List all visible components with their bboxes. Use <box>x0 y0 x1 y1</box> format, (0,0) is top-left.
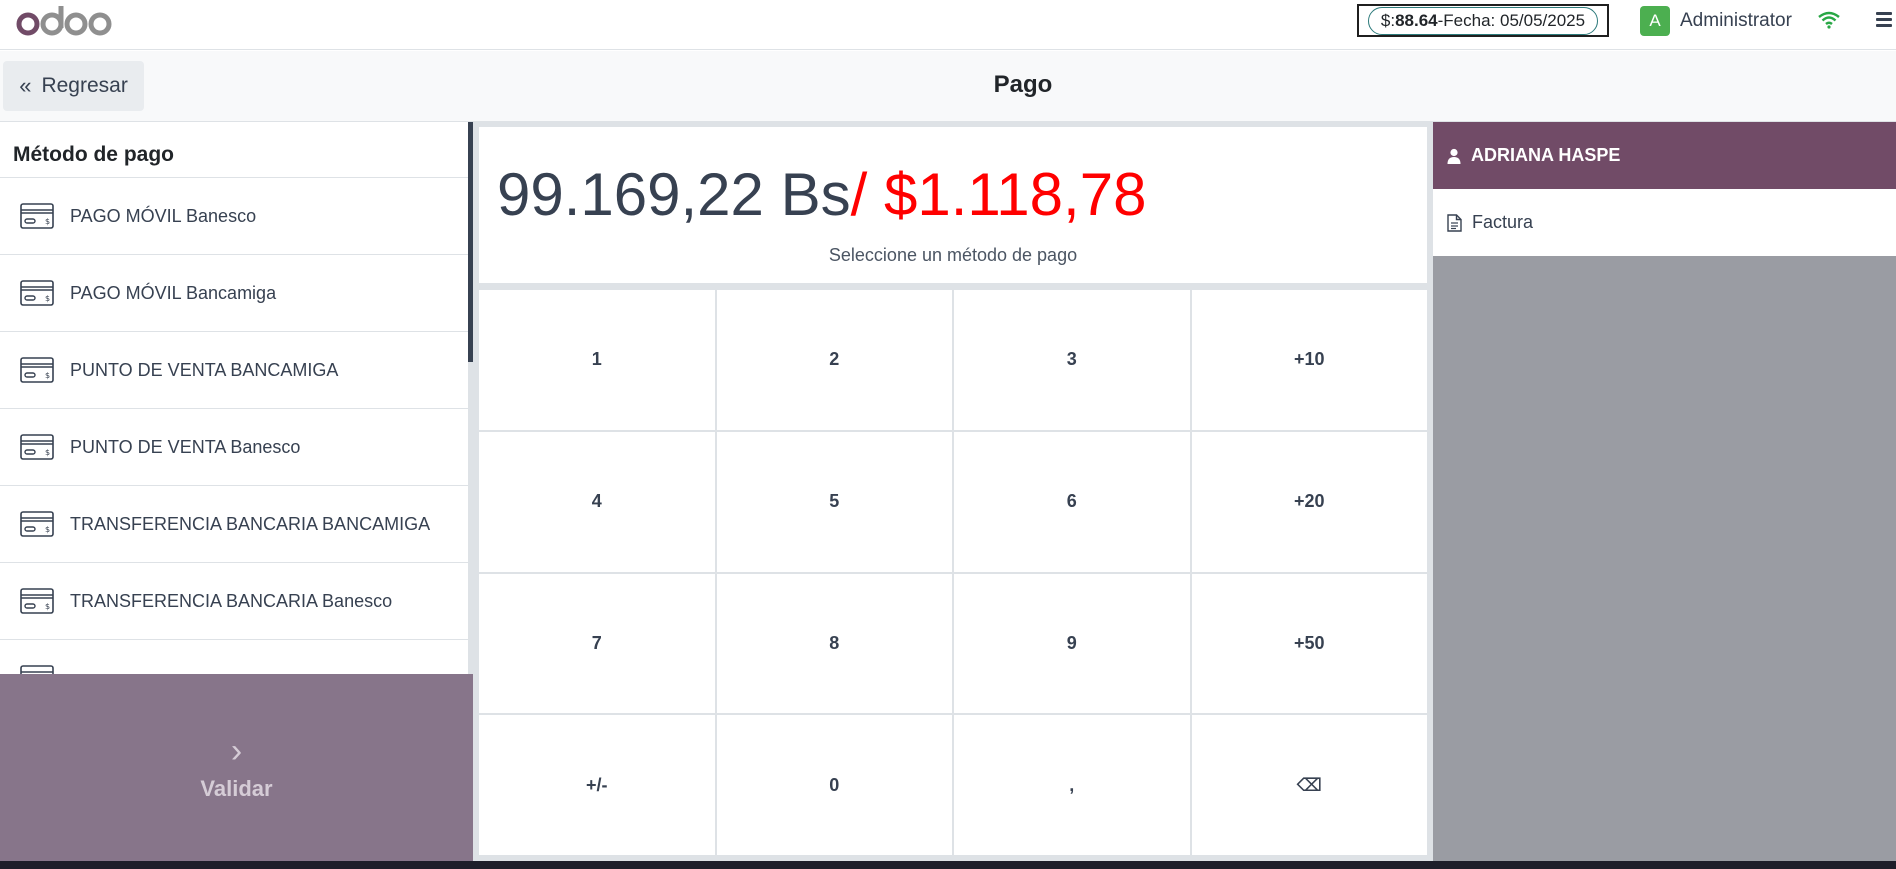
credit-card-icon: $ <box>20 203 54 229</box>
credit-card-icon: $ <box>20 588 54 614</box>
validate-button[interactable]: › Validar <box>0 674 473 861</box>
invoice-label: Factura <box>1472 212 1534 232</box>
numpad-key-2[interactable]: 2 <box>716 290 952 430</box>
amount-bs: 99.169,22 Bs <box>497 161 851 228</box>
payment-methods-panel: Método de pago $ PAGO MÓVIL Banesco $ PA… <box>0 122 473 861</box>
os-taskbar <box>0 861 1896 869</box>
credit-card-icon: $ <box>20 280 54 306</box>
payment-method-item[interactable] <box>0 640 468 674</box>
user-menu[interactable]: A Administrator <box>1640 6 1792 36</box>
payment-method-label: TRANSFERENCIA BANCARIA BANCAMIGA <box>70 513 431 534</box>
svg-text:$: $ <box>45 525 50 534</box>
payment-method-item[interactable]: $ PAGO MÓVIL Bancamiga <box>0 255 468 332</box>
payment-method-item[interactable]: $ TRANSFERENCIA BANCARIA BANCAMIGA <box>0 486 468 563</box>
customer-panel: ADRIANA HASPE Factura <box>1433 122 1896 861</box>
payment-methods-list[interactable]: $ PAGO MÓVIL Banesco $ PAGO MÓVIL Bancam… <box>0 178 468 674</box>
numpad-key-9[interactable]: 9 <box>954 573 1190 714</box>
user-name: Administrator <box>1680 10 1792 31</box>
payment-method-label: PAGO MÓVIL Bancamiga <box>70 282 277 303</box>
exchange-rate-box: $:88.64-Fecha: 05/05/2025 <box>1357 4 1609 37</box>
rate-prefix: $: <box>1380 10 1396 30</box>
customer-name: ADRIANA HASPE <box>1471 145 1621 165</box>
numpad-key-backspace[interactable]: ⌫ <box>1191 715 1427 855</box>
numpad-key-plus-10[interactable]: +10 <box>1191 290 1427 430</box>
numpad-key-sign[interactable]: +/- <box>479 715 715 855</box>
numpad-key-decimal[interactable]: , <box>954 715 1190 855</box>
payment-method-label: PUNTO DE VENTA Banesco <box>70 436 301 457</box>
numpad-key-5[interactable]: 5 <box>716 431 952 572</box>
exchange-rate-badge: $:88.64-Fecha: 05/05/2025 <box>1367 6 1599 35</box>
payment-hint: Seleccione un método de pago <box>828 245 1078 265</box>
wifi-icon <box>1818 11 1840 34</box>
payment-method-label: PUNTO DE VENTA BANCAMIGA <box>70 359 339 380</box>
numpad-key-4[interactable]: 4 <box>479 431 715 572</box>
svg-text:$: $ <box>45 602 50 611</box>
numpad-key-plus-20[interactable]: +20 <box>1191 431 1427 572</box>
top-navbar: $:88.64-Fecha: 05/05/2025 A Administrato… <box>0 0 1896 50</box>
file-text-icon <box>1447 213 1462 232</box>
user-icon <box>1447 148 1461 164</box>
rate-value: 88.64 <box>1395 10 1438 30</box>
total-amount: 99.169,22 Bs/ $1.118,78 <box>497 165 1146 225</box>
invoice-toggle[interactable]: Factura <box>1433 189 1896 256</box>
page-title: Pago <box>993 71 1053 98</box>
numpad-key-plus-50[interactable]: +50 <box>1191 573 1427 714</box>
svg-text:$: $ <box>45 448 50 457</box>
numpad-key-0[interactable]: 0 <box>716 715 952 855</box>
credit-card-icon: $ <box>20 357 54 383</box>
credit-card-icon: $ <box>20 434 54 460</box>
customer-button[interactable]: ADRIANA HASPE <box>1433 122 1896 189</box>
credit-card-icon <box>20 665 54 674</box>
hamburger-menu-icon[interactable] <box>1876 12 1892 30</box>
control-bar: « Regresar Pago <box>0 51 1896 122</box>
numpad-key-6[interactable]: 6 <box>954 431 1190 572</box>
payment-method-item[interactable]: $ PUNTO DE VENTA Banesco <box>0 409 468 486</box>
payment-method-item[interactable]: $ PUNTO DE VENTA BANCAMIGA <box>0 332 468 409</box>
credit-card-icon: $ <box>20 511 54 537</box>
amount-summary: 99.169,22 Bs/ $1.118,78 Seleccione un mé… <box>479 127 1427 283</box>
payment-methods-heading: Método de pago <box>0 122 468 178</box>
svg-text:$: $ <box>45 371 50 380</box>
chevron-right-icon: › <box>230 731 243 770</box>
numpad-key-8[interactable]: 8 <box>716 573 952 714</box>
rate-date: -Fecha: 05/05/2025 <box>1437 10 1586 30</box>
payment-method-label: PAGO MÓVIL Banesco <box>70 205 257 226</box>
numpad-key-3[interactable]: 3 <box>954 290 1190 430</box>
avatar: A <box>1640 6 1670 36</box>
odoo-logo[interactable] <box>16 4 112 40</box>
svg-text:$: $ <box>45 217 50 226</box>
numpad-key-1[interactable]: 1 <box>479 290 715 430</box>
svg-text:$: $ <box>45 294 50 303</box>
odoo-logo-icon <box>16 6 112 36</box>
amount-usd: / $1.118,78 <box>850 161 1147 228</box>
payment-center-panel: 99.169,22 Bs/ $1.118,78 Seleccione un mé… <box>473 122 1433 861</box>
numpad: 1 2 3 +10 4 5 6 +20 7 8 9 +50 +/- 0 , ⌫ <box>479 290 1427 855</box>
validate-label: Validar <box>200 775 273 801</box>
numpad-key-7[interactable]: 7 <box>479 573 715 714</box>
payment-method-item[interactable]: $ PAGO MÓVIL Banesco <box>0 178 468 255</box>
payment-method-label: TRANSFERENCIA BANCARIA Banesco <box>70 590 393 611</box>
payment-method-item[interactable]: $ TRANSFERENCIA BANCARIA Banesco <box>0 563 468 640</box>
